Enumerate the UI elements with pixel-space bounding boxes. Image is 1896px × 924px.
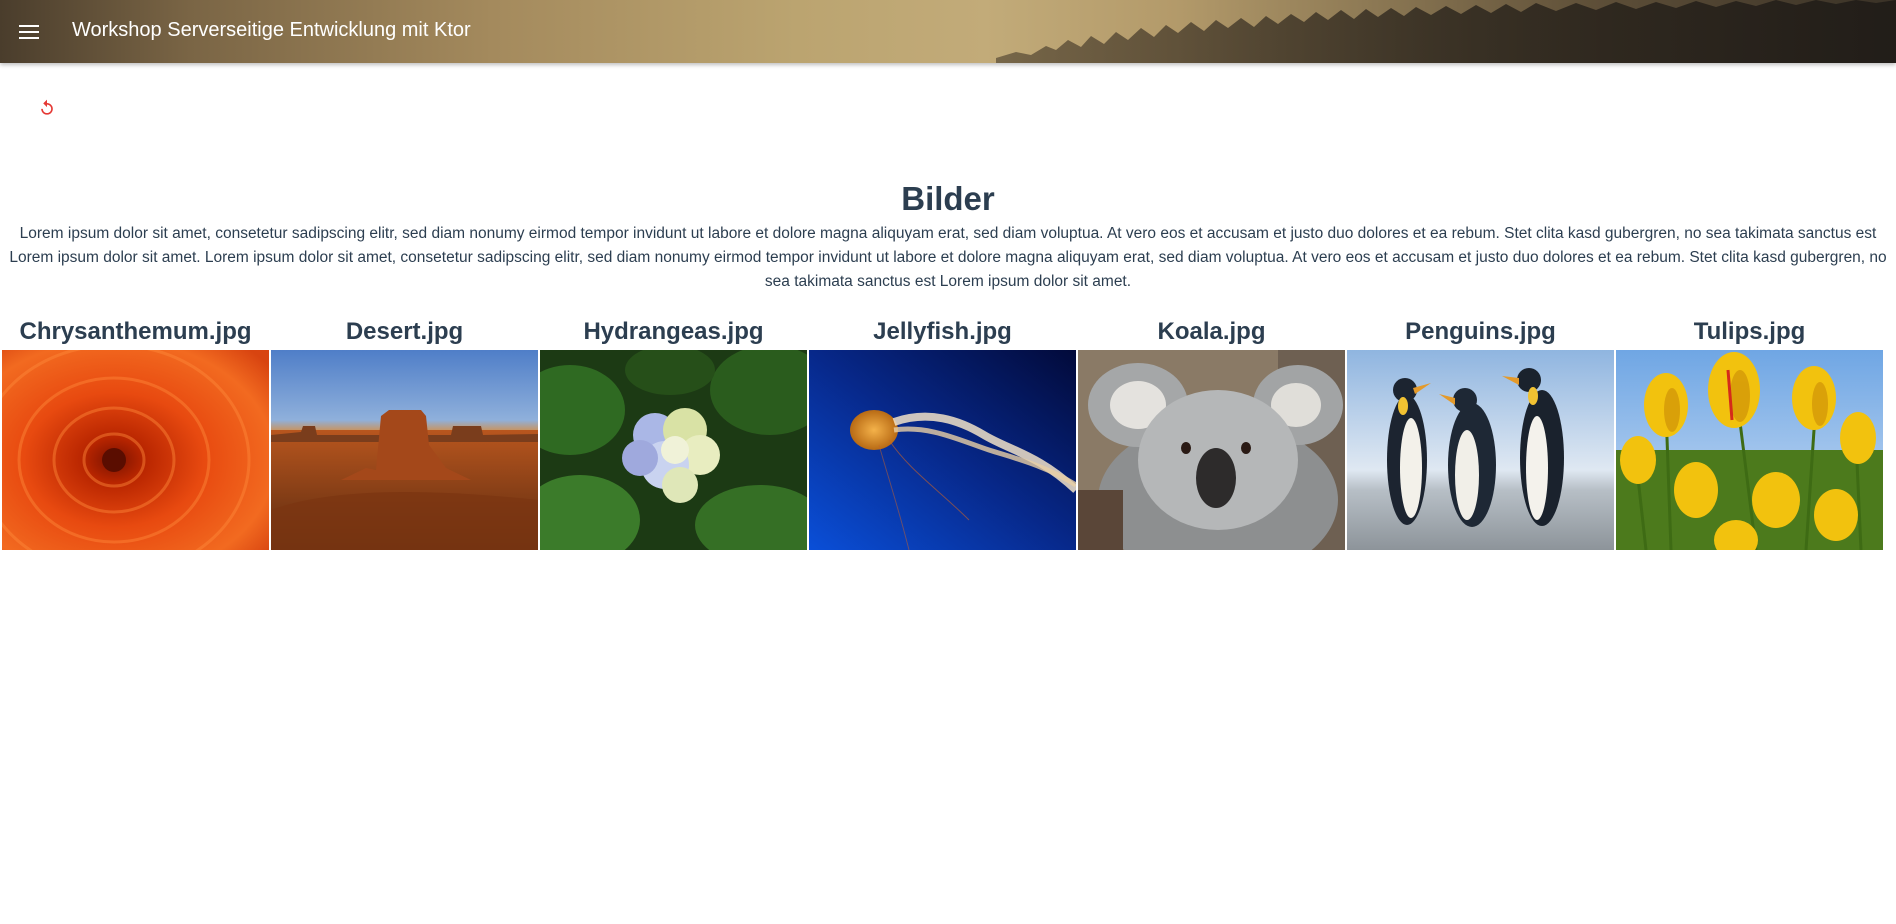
hydrangeas-image[interactable] bbox=[540, 350, 807, 550]
main-content: Bilder Lorem ipsum dolor sit amet, conse… bbox=[0, 176, 1896, 294]
image-title: Koala.jpg bbox=[1157, 318, 1266, 345]
image-title: Hydrangeas.jpg bbox=[583, 318, 764, 345]
desert-image[interactable] bbox=[271, 350, 538, 550]
image-title: Tulips.jpg bbox=[1693, 318, 1806, 345]
forest-header-image bbox=[996, 0, 1896, 63]
jellyfish-image[interactable] bbox=[809, 350, 1076, 550]
image-gallery: Chrysanthemum.jpg Desert.jpg Hydrangeas.… bbox=[2, 316, 1885, 550]
intro-text: Lorem ipsum dolor sit amet, consetetur s… bbox=[9, 225, 1887, 290]
page-title: Bilder bbox=[901, 180, 995, 217]
image-card-chrysanthemum: Chrysanthemum.jpg bbox=[2, 316, 269, 550]
penguins-image[interactable] bbox=[1347, 350, 1614, 550]
image-card-tulips: Tulips.jpg bbox=[1616, 316, 1883, 550]
app-bar: Workshop Serverseitige Entwicklung mit K… bbox=[0, 0, 1896, 63]
image-card-desert: Desert.jpg bbox=[271, 316, 538, 550]
image-card-koala: Koala.jpg bbox=[1078, 316, 1345, 550]
menu-button[interactable] bbox=[14, 17, 44, 47]
image-title: Desert.jpg bbox=[345, 318, 464, 345]
reload-icon bbox=[41, 99, 53, 115]
chrysanthemum-image[interactable] bbox=[2, 350, 269, 550]
image-card-jellyfish: Jellyfish.jpg bbox=[809, 316, 1076, 550]
koala-image[interactable] bbox=[1078, 350, 1345, 550]
app-title: Workshop Serverseitige Entwicklung mit K… bbox=[72, 19, 471, 41]
image-title: Chrysanthemum.jpg bbox=[19, 318, 252, 345]
image-title: Penguins.jpg bbox=[1405, 318, 1556, 345]
image-card-penguins: Penguins.jpg bbox=[1347, 316, 1614, 550]
reload-button[interactable] bbox=[34, 95, 60, 121]
image-title: Jellyfish.jpg bbox=[873, 318, 1012, 345]
image-card-hydrangeas: Hydrangeas.jpg bbox=[540, 316, 807, 550]
tulips-image[interactable] bbox=[1616, 350, 1883, 550]
menu-icon bbox=[19, 25, 39, 39]
